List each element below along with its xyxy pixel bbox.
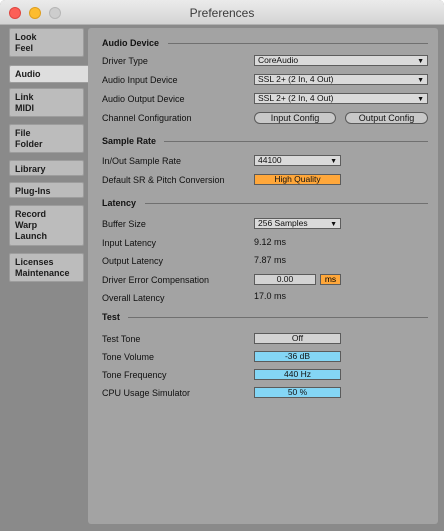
tab-record-warp-launch[interactable]: Record Warp Launch <box>9 205 84 246</box>
audio-output-device-value: SSL 2+ (2 In, 4 Out) <box>258 93 334 103</box>
cpu-usage-simulator-label: CPU Usage Simulator <box>102 388 191 398</box>
compensation-unit-button[interactable]: ms <box>320 274 341 285</box>
buffer-size-value: 256 Samples <box>258 218 308 228</box>
section-heading-test: Test <box>102 312 120 322</box>
section-heading-latency: Latency <box>102 198 137 208</box>
driver-type-label: Driver Type <box>102 56 148 66</box>
tone-volume-slider[interactable]: -36 dB <box>254 351 341 362</box>
channel-configuration-label: Channel Configuration <box>102 113 192 123</box>
input-latency-value: 9.12 ms <box>254 237 287 247</box>
overall-latency-value: 17.0 ms <box>254 291 287 301</box>
dropdown-arrow-icon: ▼ <box>417 96 424 103</box>
audio-input-device-dropdown[interactable]: SSL 2+ (2 In, 4 Out) ▼ <box>254 74 428 85</box>
section-divider <box>145 203 428 204</box>
tab-file-folder[interactable]: File Folder <box>9 124 84 153</box>
settings-panel: Audio Device Driver Type CoreAudio ▼ Aud… <box>88 28 438 524</box>
audio-input-device-value: SSL 2+ (2 In, 4 Out) <box>258 74 334 84</box>
dropdown-arrow-icon: ▼ <box>330 158 337 165</box>
tab-link-midi[interactable]: Link MIDI <box>9 88 84 117</box>
section-divider <box>168 43 428 44</box>
buffer-size-label: Buffer Size <box>102 219 146 229</box>
driver-type-dropdown[interactable]: CoreAudio ▼ <box>254 55 428 66</box>
test-tone-toggle[interactable]: Off <box>254 333 341 344</box>
output-latency-value: 7.87 ms <box>254 255 287 265</box>
tab-library[interactable]: Library <box>9 160 84 176</box>
section-heading-audio-device: Audio Device <box>102 38 160 48</box>
dropdown-arrow-icon: ▼ <box>417 77 424 84</box>
audio-output-device-dropdown[interactable]: SSL 2+ (2 In, 4 Out) ▼ <box>254 93 428 104</box>
tone-frequency-label: Tone Frequency <box>102 370 167 380</box>
section-divider <box>128 317 428 318</box>
sr-conversion-label: Default SR & Pitch Conversion <box>102 175 225 185</box>
driver-type-value: CoreAudio <box>258 55 299 65</box>
audio-output-device-label: Audio Output Device <box>102 94 185 104</box>
section-heading-sample-rate: Sample Rate <box>102 136 157 146</box>
sample-rate-dropdown[interactable]: 44100 ▼ <box>254 155 341 166</box>
window-title: Preferences <box>189 6 255 20</box>
title-bar[interactable]: Preferences <box>0 0 444 25</box>
tone-frequency-slider[interactable]: 440 Hz <box>254 369 341 380</box>
tab-plug-ins[interactable]: Plug-Ins <box>9 182 84 198</box>
overall-latency-label: Overall Latency <box>102 293 165 303</box>
dropdown-arrow-icon: ▼ <box>417 58 424 65</box>
section-divider <box>164 141 428 142</box>
preferences-window: Preferences Look Feel Audio Link MIDI Fi… <box>0 0 444 531</box>
tab-look-feel[interactable]: Look Feel <box>9 28 84 57</box>
output-config-button[interactable]: Output Config <box>345 112 428 124</box>
tone-volume-label: Tone Volume <box>102 352 155 362</box>
tab-audio[interactable]: Audio <box>9 65 89 83</box>
input-latency-label: Input Latency <box>102 238 157 248</box>
sample-rate-value: 44100 <box>258 155 282 165</box>
sr-conversion-toggle[interactable]: High Quality <box>254 174 341 185</box>
sample-rate-label: In/Out Sample Rate <box>102 156 182 166</box>
driver-error-compensation-field[interactable]: 0.00 <box>254 274 316 285</box>
audio-input-device-label: Audio Input Device <box>102 75 178 85</box>
input-config-button[interactable]: Input Config <box>254 112 336 124</box>
test-tone-label: Test Tone <box>102 334 141 344</box>
driver-error-compensation-label: Driver Error Compensation <box>102 275 210 285</box>
cpu-usage-simulator-slider[interactable]: 50 % <box>254 387 341 398</box>
output-latency-label: Output Latency <box>102 256 164 266</box>
tab-licenses-maintenance[interactable]: Licenses Maintenance <box>9 253 84 282</box>
buffer-size-dropdown[interactable]: 256 Samples ▼ <box>254 218 341 229</box>
dropdown-arrow-icon: ▼ <box>330 221 337 228</box>
